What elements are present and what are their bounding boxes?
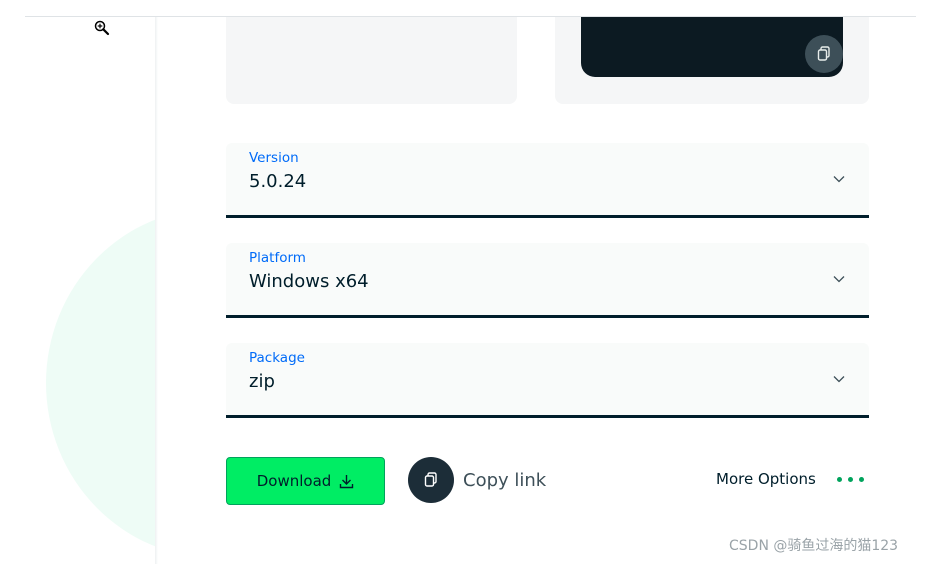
copy-link-label: Copy link (463, 469, 547, 491)
version-select[interactable]: Version 5.0.24 (226, 143, 869, 218)
chevron-down-icon (833, 176, 845, 183)
copy-code-button[interactable] (805, 35, 843, 73)
download-label: Download (256, 472, 332, 490)
info-card-left (226, 17, 517, 104)
copy-icon (817, 46, 830, 61)
version-label: Version (249, 150, 299, 166)
chevron-down-icon (833, 276, 845, 283)
more-options-link[interactable]: More Options (716, 470, 816, 488)
package-label: Package (249, 350, 305, 366)
chevron-down-icon (833, 376, 845, 383)
download-button[interactable]: Download (226, 457, 385, 505)
package-value: zip (249, 371, 275, 392)
platform-select[interactable]: Platform Windows x64 (226, 243, 869, 318)
version-value: 5.0.24 (249, 171, 307, 192)
download-icon (340, 474, 354, 488)
platform-label: Platform (249, 250, 306, 266)
package-select[interactable]: Package zip (226, 343, 869, 418)
watermark: CSDN @骑鱼过海的猫123 (729, 538, 899, 554)
code-snippet-panel (581, 17, 843, 77)
ellipsis-icon[interactable] (835, 472, 866, 487)
zoom-in-icon[interactable] (94, 20, 110, 36)
copy-link-button[interactable]: Copy link (408, 457, 546, 503)
platform-value: Windows x64 (249, 271, 369, 292)
copy-icon (408, 457, 454, 503)
